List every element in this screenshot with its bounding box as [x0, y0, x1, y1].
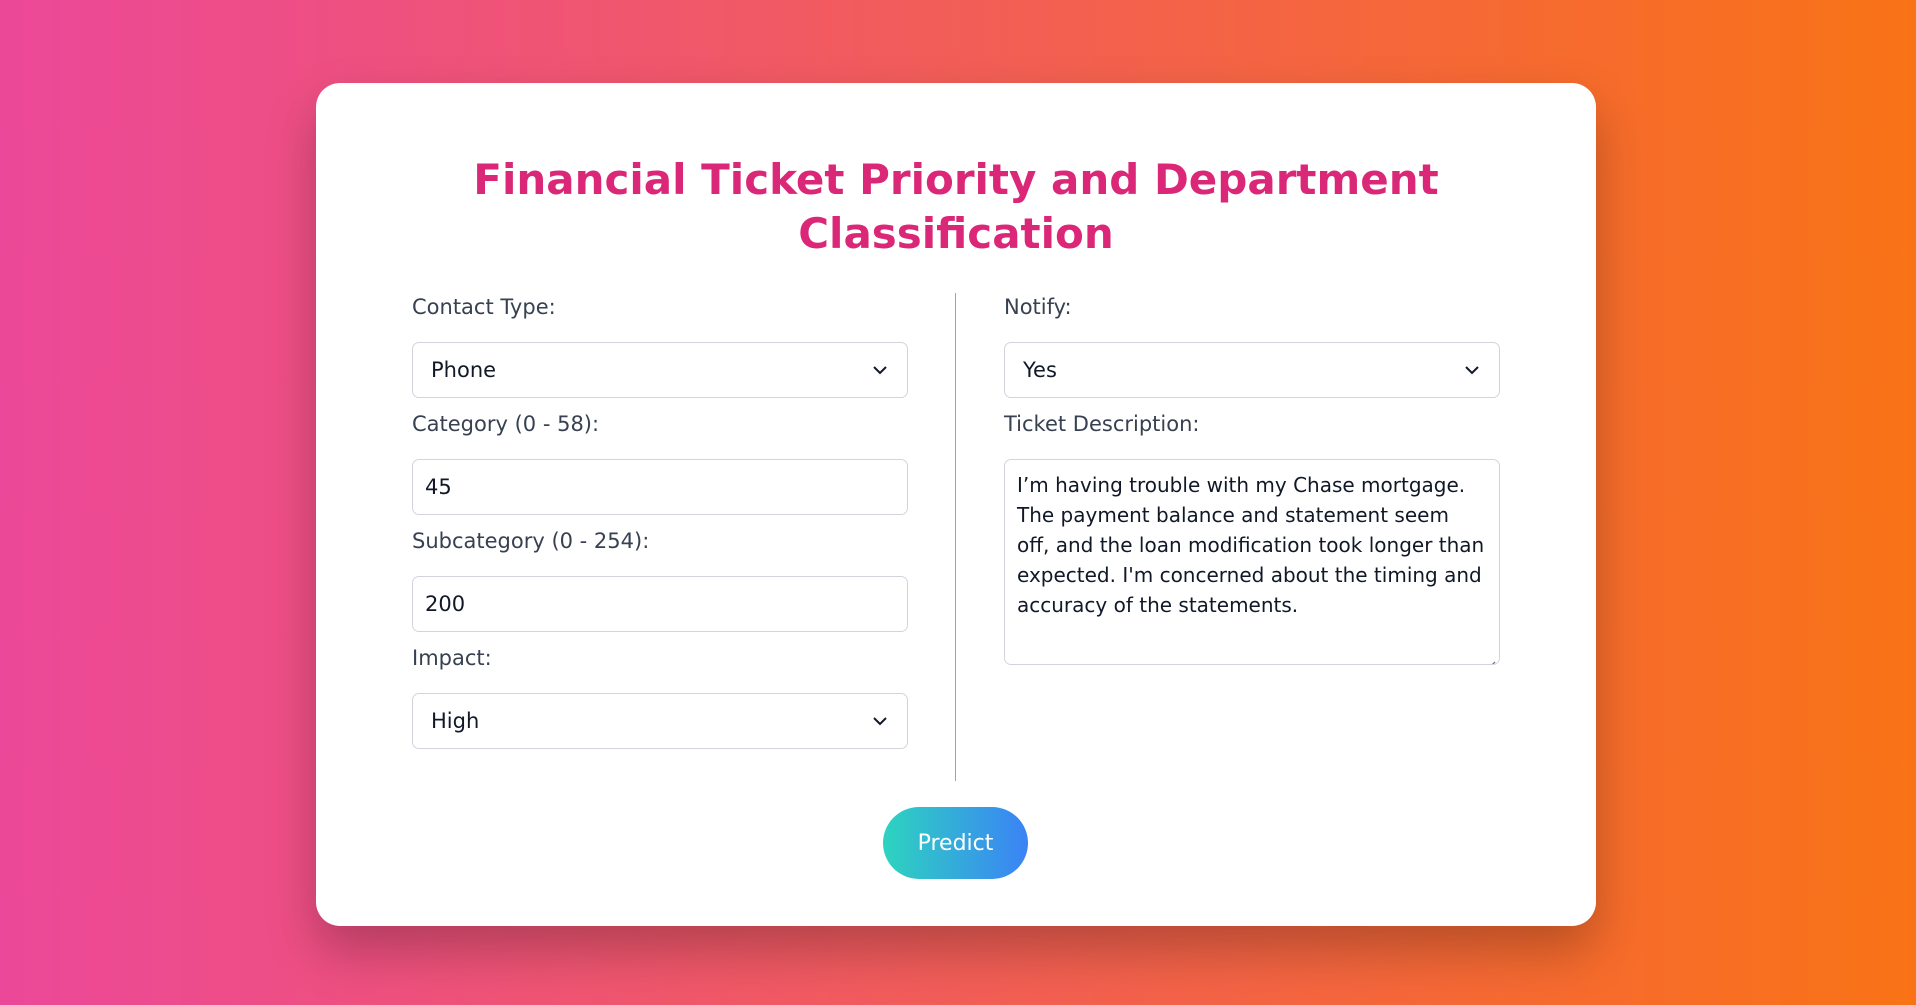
chevron-down-icon — [871, 712, 889, 730]
impact-select[interactable]: High — [412, 693, 908, 749]
resize-handle-icon[interactable] — [1484, 649, 1496, 664]
contact-type-value: Phone — [431, 358, 497, 382]
prediction-card: Financial Ticket Priority and Department… — [316, 83, 1596, 926]
notify-label: Notify: — [1004, 295, 1072, 319]
contact-type-select[interactable]: Phone — [412, 342, 908, 398]
right-column: Notify: Yes Ticket Description: I’m havi… — [1004, 292, 1500, 665]
chevron-down-icon — [1463, 361, 1481, 379]
notify-select[interactable]: Yes — [1004, 342, 1500, 398]
impact-value: High — [431, 709, 480, 733]
subcategory-input[interactable]: 200 — [412, 576, 908, 632]
ticket-description-label: Ticket Description: — [1004, 412, 1200, 436]
page-title: Financial Ticket Priority and Department… — [473, 155, 1439, 258]
column-divider — [955, 293, 956, 781]
category-value: 45 — [425, 475, 452, 499]
notify-value: Yes — [1023, 358, 1057, 382]
category-input[interactable]: 45 — [412, 459, 908, 515]
ticket-description-text: I’m having trouble with my Chase mortgag… — [1017, 473, 1485, 617]
predict-button[interactable]: Predict — [883, 807, 1028, 879]
impact-label: Impact: — [412, 646, 492, 670]
subcategory-value: 200 — [425, 592, 466, 616]
chevron-down-icon — [871, 361, 889, 379]
category-label: Category (0 - 58): — [412, 412, 600, 436]
ticket-description-textarea[interactable]: I’m having trouble with my Chase mortgag… — [1004, 459, 1500, 665]
subcategory-label: Subcategory (0 - 254): — [412, 529, 650, 553]
left-column: Contact Type: Phone Category (0 - 58): 4… — [412, 292, 908, 760]
contact-type-label: Contact Type: — [412, 295, 556, 319]
